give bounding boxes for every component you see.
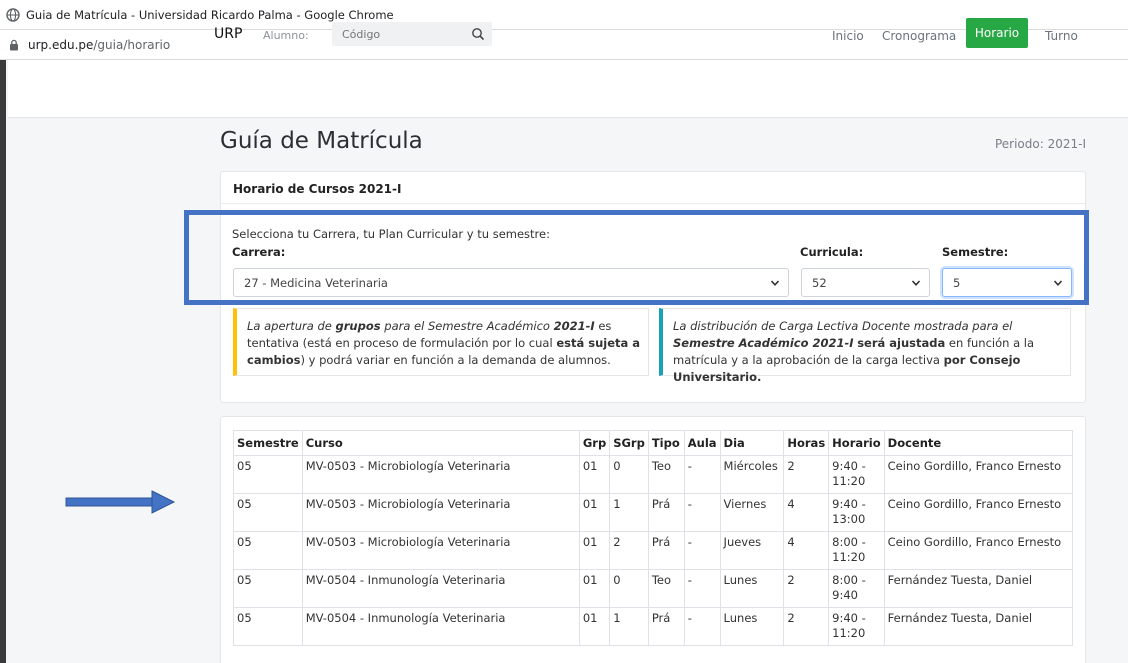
card-divider xyxy=(221,203,1085,204)
lock-icon xyxy=(10,39,18,50)
globe-icon xyxy=(6,7,20,22)
brand-logo[interactable]: URP xyxy=(214,26,242,42)
cell-sgrp: 0 xyxy=(609,455,649,494)
cell-sgrp: 1 xyxy=(609,607,649,646)
cell-dia: Lunes xyxy=(719,569,785,608)
cell-curso: MV-0504 - Inmunología Veterinaria xyxy=(301,569,580,608)
highlight-annotation-box xyxy=(184,210,1089,305)
nav-link-inicio[interactable]: Inicio xyxy=(832,29,864,43)
cell-aula: - xyxy=(683,607,721,646)
cell-aula: - xyxy=(683,531,721,570)
cell-dia: Lunes xyxy=(719,607,785,646)
cell-aula: - xyxy=(683,493,721,532)
col-header-curso: Curso xyxy=(301,430,580,456)
top-navbar xyxy=(8,60,1128,118)
cell-grp: 01 xyxy=(578,569,611,608)
window-left-edge xyxy=(0,60,6,663)
cell-aula: - xyxy=(683,569,721,608)
cell-semestre: 05 xyxy=(233,531,303,570)
col-header-dia: Dia xyxy=(719,430,785,456)
cell-dia: Jueves xyxy=(719,531,785,570)
cell-grp: 01 xyxy=(578,607,611,646)
col-header-aula: Aula xyxy=(683,430,721,456)
pointer-arrow-annotation xyxy=(65,490,176,514)
col-header-grp: Grp xyxy=(578,430,611,456)
cell-curso: MV-0503 - Microbiología Veterinaria xyxy=(301,531,580,570)
table-row: 05 MV-0503 - Microbiología Veterinaria 0… xyxy=(233,455,1074,494)
cell-grp: 01 xyxy=(578,455,611,494)
address-bar[interactable]: urp.edu.pe/guia/horario xyxy=(0,30,1128,60)
search-icon[interactable] xyxy=(471,27,485,41)
cell-docente: Ceino Gordillo, Franco Ernesto xyxy=(883,455,1074,494)
grupos-warning-alert: La apertura de grupos para el Semestre A… xyxy=(233,308,649,376)
table-row: 05 MV-0504 - Inmunología Veterinaria 01 … xyxy=(233,569,1074,608)
col-header-tipo: Tipo xyxy=(647,430,685,456)
cell-tipo: Prá xyxy=(647,607,685,646)
cell-horas: 2 xyxy=(783,607,830,646)
cell-curso: MV-0503 - Microbiología Veterinaria xyxy=(301,455,580,494)
nav-link-cronograma[interactable]: Cronograma xyxy=(882,29,956,43)
col-header-docente: Docente xyxy=(883,430,1074,456)
codigo-search-input[interactable] xyxy=(332,22,492,46)
cell-semestre: 05 xyxy=(233,607,303,646)
cell-horario: 9:40 - 11:20 xyxy=(828,455,885,494)
window-titlebar: Guia de Matrícula - Universidad Ricardo … xyxy=(0,0,1128,30)
url-domain: urp.edu.pe xyxy=(28,37,94,52)
table-row: 05 MV-0503 - Microbiología Veterinaria 0… xyxy=(233,531,1074,570)
cell-sgrp: 0 xyxy=(609,569,649,608)
cell-tipo: Teo xyxy=(647,569,685,608)
cell-curso: MV-0503 - Microbiología Veterinaria xyxy=(301,493,580,532)
table-header-row: Semestre Curso Grp SGrp Tipo Aula Dia Ho… xyxy=(233,430,1074,456)
cell-horas: 4 xyxy=(783,493,830,532)
cell-semestre: 05 xyxy=(233,455,303,494)
nav-link-horario[interactable]: Horario xyxy=(966,18,1028,48)
cell-docente: Ceino Gordillo, Franco Ernesto xyxy=(883,531,1074,570)
table-row: 05 MV-0503 - Microbiología Veterinaria 0… xyxy=(233,493,1074,532)
cell-horario: 9:40 - 13:00 xyxy=(828,493,885,532)
cell-tipo: Prá xyxy=(647,531,685,570)
cell-semestre: 05 xyxy=(233,569,303,608)
cell-sgrp: 2 xyxy=(609,531,649,570)
cell-docente: Fernández Tuesta, Daniel xyxy=(883,607,1074,646)
cell-docente: Ceino Gordillo, Franco Ernesto xyxy=(883,493,1074,532)
cell-grp: 01 xyxy=(578,531,611,570)
url-path: /guia/horario xyxy=(93,37,171,52)
cell-aula: - xyxy=(683,455,721,494)
cell-curso: MV-0504 - Inmunología Veterinaria xyxy=(301,607,580,646)
cell-semestre: 05 xyxy=(233,493,303,532)
nav-link-turno[interactable]: Turno xyxy=(1045,29,1078,43)
window-title: Guia de Matrícula - Universidad Ricardo … xyxy=(26,7,394,22)
cell-docente: Fernández Tuesta, Daniel xyxy=(883,569,1074,608)
col-header-sgrp: SGrp xyxy=(609,430,649,456)
cell-horario: 8:00 - 9:40 xyxy=(828,569,885,608)
card-header: Horario de Cursos 2021-I xyxy=(233,182,402,196)
cell-horario: 9:40 - 11:20 xyxy=(828,607,885,646)
alumno-label: Alumno: xyxy=(263,29,309,42)
col-header-horas: Horas xyxy=(783,430,830,456)
cell-horas: 4 xyxy=(783,531,830,570)
page-title: Guía de Matrícula xyxy=(220,128,423,154)
cell-horario: 8:00 - 11:20 xyxy=(828,531,885,570)
table-row: 05 MV-0504 - Inmunología Veterinaria 01 … xyxy=(233,607,1074,646)
cell-dia: Miércoles xyxy=(719,455,785,494)
schedule-table: Semestre Curso Grp SGrp Tipo Aula Dia Ho… xyxy=(233,430,1074,646)
cell-tipo: Teo xyxy=(647,455,685,494)
periodo-label: Periodo: 2021-I xyxy=(994,137,1086,151)
carga-lectiva-info-alert: La distribución de Carga Lectiva Docente… xyxy=(659,308,1071,384)
cell-horas: 2 xyxy=(783,455,830,494)
cell-horas: 2 xyxy=(783,569,830,608)
col-header-semestre: Semestre xyxy=(233,430,303,456)
cell-tipo: Prá xyxy=(647,493,685,532)
cell-sgrp: 1 xyxy=(609,493,649,532)
col-header-horario: Horario xyxy=(828,430,885,456)
cell-dia: Viernes xyxy=(719,493,785,532)
cell-grp: 01 xyxy=(578,493,611,532)
